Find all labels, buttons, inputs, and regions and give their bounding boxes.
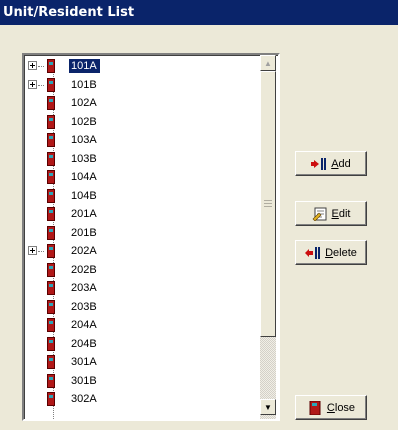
- unit-label: 203A: [71, 282, 97, 294]
- unit-label: 201B: [71, 226, 97, 239]
- close-button-label: Close: [326, 401, 356, 414]
- scroll-thumb[interactable]: [260, 71, 276, 337]
- unit-list-item[interactable]: 201A: [24, 206, 260, 222]
- close-button[interactable]: Close: [295, 395, 367, 420]
- door-icon: [47, 244, 55, 258]
- scroll-down-button[interactable]: ▼: [260, 399, 276, 415]
- unit-label: 104B: [71, 189, 97, 202]
- unit-list-item[interactable]: 204A: [24, 317, 260, 333]
- add-unit-icon: [311, 157, 327, 171]
- scroll-up-button[interactable]: ▲: [260, 55, 276, 71]
- unit-label: 301A: [71, 356, 97, 368]
- unit-label: 103B: [71, 152, 97, 165]
- door-icon: [47, 281, 55, 295]
- thumb-grip: [264, 203, 272, 204]
- title-bar: Unit/Resident List: [0, 0, 398, 25]
- unit-label: 101B: [71, 78, 97, 91]
- door-icon: [47, 114, 55, 129]
- thumb-grip: [264, 206, 272, 207]
- door-icon: [47, 188, 55, 203]
- door-icon: [47, 392, 55, 406]
- dialog-body: 101A 101B 102A 102B 103A 103B 104A 104B 201A 201B…: [0, 25, 398, 430]
- door-icon: [47, 96, 55, 110]
- door-icon: [47, 318, 55, 332]
- unit-list-item[interactable]: 203B: [24, 299, 260, 315]
- door-icon: [47, 373, 55, 388]
- unit-label: 101A: [68, 58, 101, 74]
- door-icon: [47, 170, 55, 184]
- unit-label: 204B: [71, 337, 97, 350]
- unit-label: 102B: [71, 115, 97, 128]
- unit-list-item[interactable]: 103B: [24, 151, 260, 167]
- door-icon: [47, 77, 55, 92]
- add-button[interactable]: Add: [295, 151, 367, 176]
- unit-label: 104A: [71, 171, 97, 183]
- vertical-scrollbar[interactable]: ▲ ▼: [260, 55, 276, 419]
- unit-list-item[interactable]: 203A: [24, 280, 260, 296]
- window-title: Unit/Resident List: [3, 5, 135, 20]
- unit-list-item[interactable]: 202B: [24, 262, 260, 278]
- unit-list-item[interactable]: 201B: [24, 225, 260, 241]
- unit-label: 102A: [71, 97, 97, 109]
- unit-label: 201A: [71, 208, 97, 220]
- plus-expander-icon[interactable]: [28, 79, 37, 89]
- delete-button[interactable]: Delete: [295, 240, 367, 265]
- unit-list-item[interactable]: 301B: [24, 373, 260, 389]
- door-icon: [307, 400, 323, 415]
- door-icon: [47, 355, 55, 369]
- unit-label: 202A: [71, 245, 97, 257]
- unit-label: 103A: [71, 134, 97, 146]
- delete-button-label: Delete: [325, 246, 357, 259]
- unit-list[interactable]: 101A 101B 102A 102B 103A 103B 104A 104B 201A 201B…: [22, 53, 280, 421]
- tree-branch-line: [38, 84, 44, 86]
- door-icon: [47, 133, 55, 147]
- unit-list-item[interactable]: 103A: [24, 132, 260, 148]
- unit-list-item[interactable]: 102B: [24, 114, 260, 130]
- unit-list-item[interactable]: 101A: [24, 58, 260, 74]
- plus-expander-icon[interactable]: [28, 61, 37, 70]
- door-icon: [47, 59, 55, 73]
- delete-unit-icon: [305, 246, 321, 260]
- unit-list-item[interactable]: 101B: [24, 77, 260, 93]
- add-button-label: Add: [331, 157, 351, 170]
- door-icon: [47, 336, 55, 351]
- unit-label: 301B: [71, 374, 97, 387]
- unit-list-item[interactable]: 104A: [24, 169, 260, 185]
- unit-list-item[interactable]: 102A: [24, 95, 260, 111]
- unit-label: 203B: [71, 300, 97, 313]
- door-icon: [47, 151, 55, 166]
- unit-list-item[interactable]: 301A: [24, 354, 260, 370]
- edit-button[interactable]: Edit: [295, 201, 367, 226]
- tree-branch-line: [38, 66, 44, 67]
- unit-list-item[interactable]: 302A: [24, 391, 260, 407]
- unit-label: 204A: [71, 319, 97, 331]
- tree-branch-line: [38, 251, 44, 252]
- edit-button-label: Edit: [331, 207, 351, 220]
- edit-note-icon: [312, 207, 328, 221]
- plus-expander-icon[interactable]: [28, 246, 37, 255]
- unit-label: 202B: [71, 263, 97, 276]
- unit-label: 302A: [71, 393, 97, 405]
- door-icon: [47, 299, 55, 314]
- door-icon: [47, 262, 55, 277]
- door-icon: [47, 207, 55, 221]
- unit-list-item[interactable]: 202A: [24, 243, 260, 259]
- thumb-grip: [264, 200, 272, 201]
- unit-list-item[interactable]: 104B: [24, 188, 260, 204]
- door-icon: [47, 225, 55, 240]
- unit-list-item[interactable]: 204B: [24, 336, 260, 352]
